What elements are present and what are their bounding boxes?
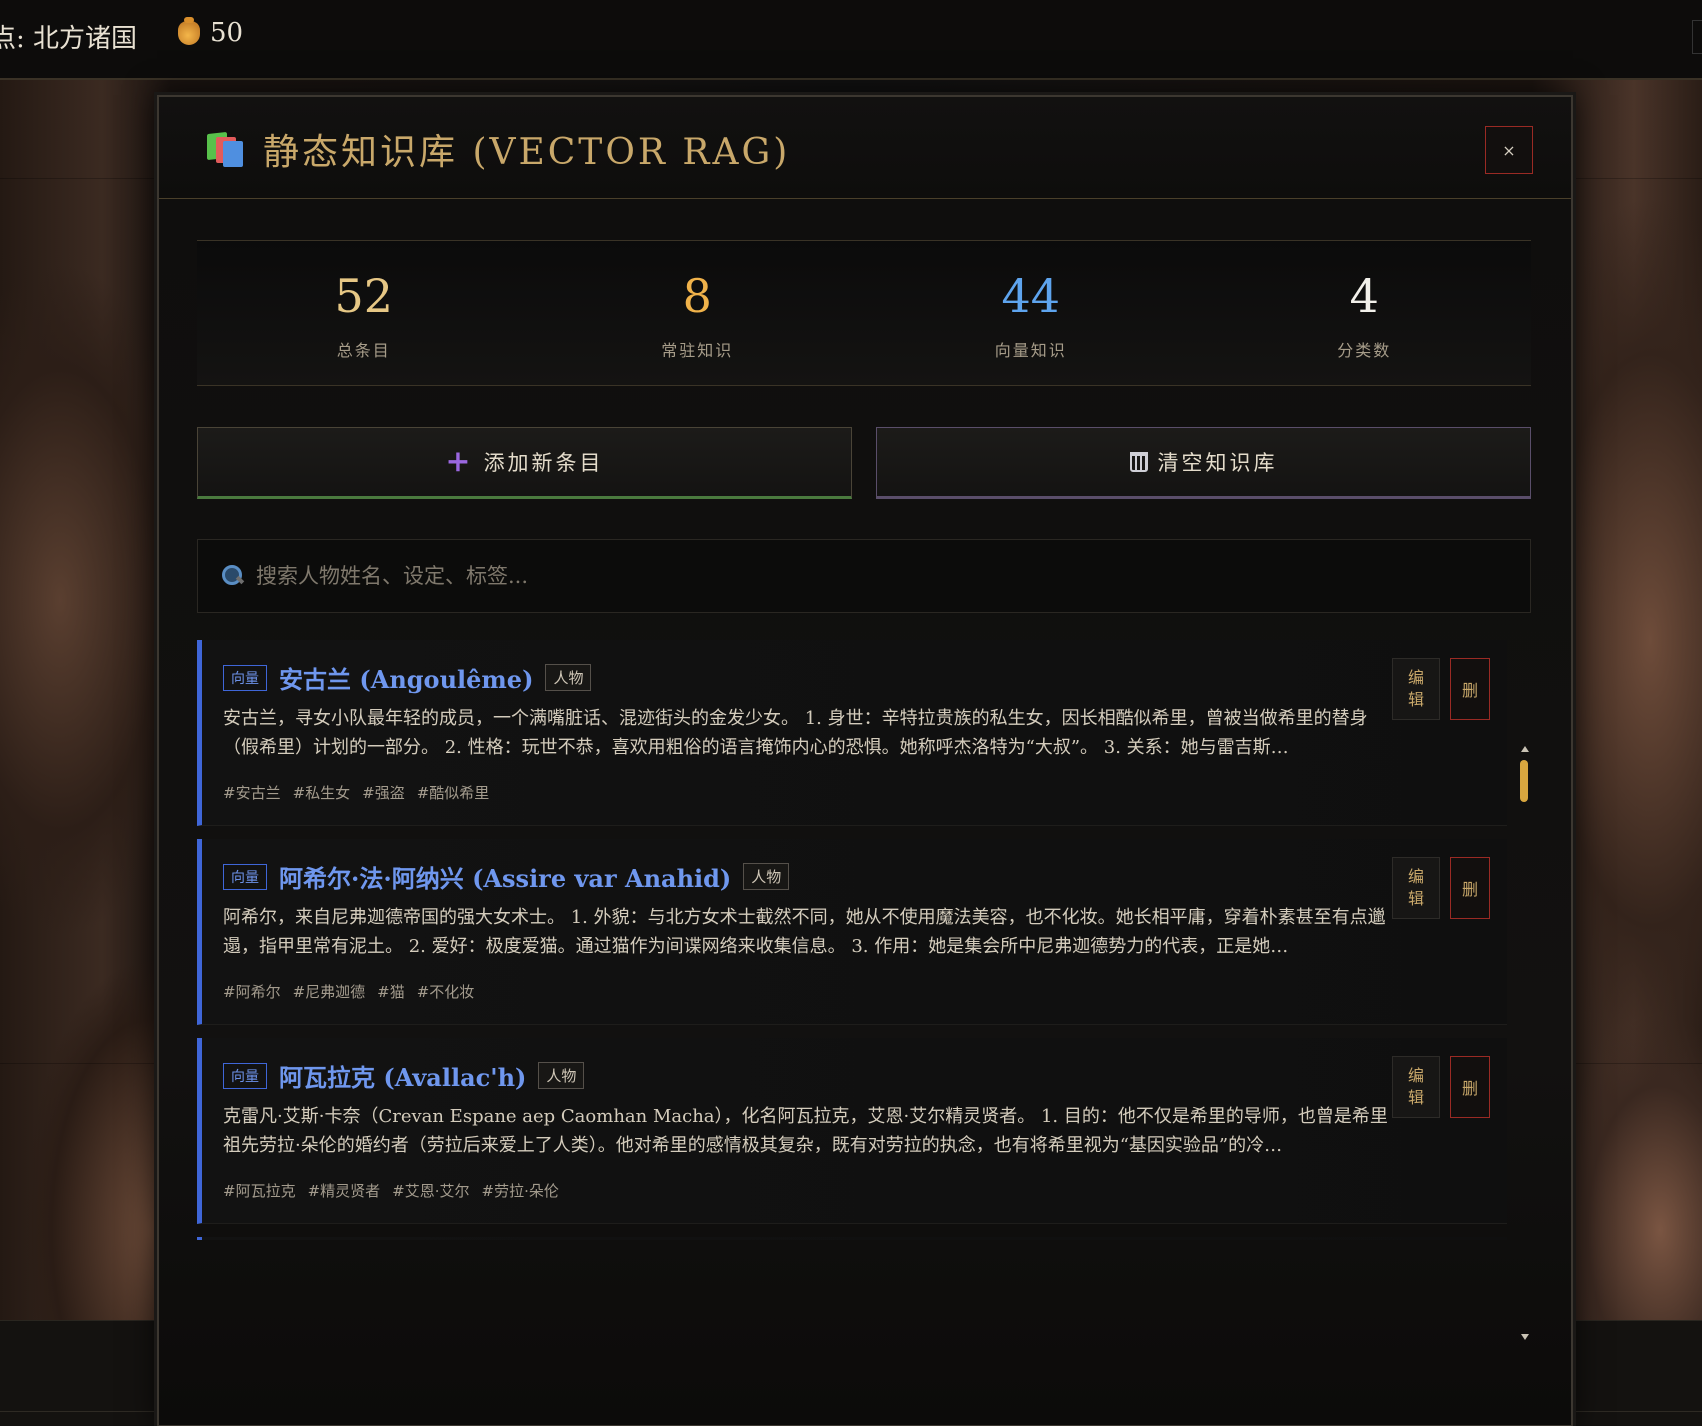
tag[interactable]: #强盗: [362, 782, 405, 803]
modal-body: 52 总条目 8 常驻知识 44 向量知识 4 分类数 + 添加新条目 清空知识…: [159, 200, 1571, 1425]
tag[interactable]: #精灵贤者: [308, 1180, 381, 1201]
scroll-thumb[interactable]: [1520, 760, 1528, 802]
clear-knowledge-base-button[interactable]: 清空知识库: [876, 427, 1531, 499]
stat-label: 常驻知识: [661, 341, 734, 360]
entry-list: 向量 安古兰 (Angoulême) 人物 安古兰，寻女小队最年轻的成员，一个满…: [197, 640, 1507, 1240]
tag[interactable]: #尼弗迦德: [293, 981, 366, 1002]
money-bag-icon: [178, 17, 200, 45]
vector-badge: 向量: [223, 664, 267, 691]
scroll-down-arrow-icon[interactable]: [1521, 1334, 1529, 1340]
add-entry-button[interactable]: + 添加新条目: [197, 427, 852, 499]
trash-icon: [1129, 452, 1148, 472]
search-input[interactable]: [256, 564, 1530, 588]
entry-tags: #阿瓦拉克 #精灵贤者 #艾恩·艾尔 #劳拉·朵伦: [223, 1180, 559, 1201]
edit-button[interactable]: 编辑: [1392, 658, 1440, 720]
knowledge-base-modal: 静态知识库 (VECTOR RAG) × 52 总条目 8 常驻知识 44 向量…: [157, 95, 1573, 1426]
edit-button[interactable]: 编辑: [1392, 1056, 1440, 1118]
books-icon: [207, 131, 243, 167]
modal-title: 静态知识库 (VECTOR RAG): [263, 132, 791, 173]
tag[interactable]: #猫: [377, 981, 405, 1002]
entry-header: 向量 阿希尔·法·阿纳兴 (Assire var Anahid) 人物: [223, 859, 790, 894]
entry-description: 克雷凡·艾斯·卡奈（Crevan Espane aep Caomhan Mach…: [223, 1106, 1388, 1156]
tag[interactable]: #劳拉·朵伦: [482, 1180, 559, 1201]
entry-title: 阿希尔·法·阿纳兴 (Assire var Anahid): [279, 864, 732, 893]
stat-value: 8: [682, 269, 712, 323]
stat-categories: 4 分类数: [1198, 241, 1532, 385]
tag[interactable]: #不化妆: [417, 981, 475, 1002]
entry-tags: #安古兰 #私生女 #强盗 #酷似希里: [223, 782, 489, 803]
gold-amount: 50: [210, 18, 244, 48]
stat-label: 向量知识: [994, 341, 1067, 360]
stat-value: 52: [334, 269, 394, 323]
delete-button[interactable]: 删: [1450, 658, 1490, 720]
app-root: 点: 北方诸国 50 静态知识库 (VECTOR RAG) × 52 总条目 8: [0, 0, 1702, 1426]
entry-tags: #阿希尔 #尼弗迦德 #猫 #不化妆: [223, 981, 474, 1002]
tag[interactable]: #安古兰: [223, 782, 281, 803]
list-item[interactable]: [197, 1237, 1507, 1240]
stats-panel: 52 总条目 8 常驻知识 44 向量知识 4 分类数: [197, 240, 1531, 386]
stat-label: 总条目: [336, 341, 391, 360]
edit-button[interactable]: 编辑: [1392, 857, 1440, 919]
stat-total: 52 总条目: [197, 241, 531, 385]
stat-label: 分类数: [1337, 341, 1392, 360]
action-bar: + 添加新条目 清空知识库: [197, 427, 1531, 499]
entry-description: 安古兰，寻女小队最年轻的成员，一个满嘴脏话、混迹街头的金发少女。 1. 身世：辛…: [223, 708, 1368, 758]
list-item[interactable]: 向量 阿瓦拉克 (Avallac'h) 人物 克雷凡·艾斯·卡奈（Crevan …: [197, 1038, 1507, 1224]
vector-badge: 向量: [223, 1062, 267, 1089]
tag[interactable]: #阿瓦拉克: [223, 1180, 296, 1201]
delete-button[interactable]: 删: [1450, 1056, 1490, 1118]
entry-header: 向量 阿瓦拉克 (Avallac'h) 人物: [223, 1058, 585, 1093]
clear-label: 清空知识库: [1157, 451, 1278, 475]
plus-icon: +: [445, 444, 474, 479]
location-label: 点: 北方诸国: [0, 24, 138, 54]
top-status-bar: 点: 北方诸国 50: [0, 0, 1702, 80]
list-item[interactable]: 向量 阿希尔·法·阿纳兴 (Assire var Anahid) 人物 阿希尔，…: [197, 839, 1507, 1025]
stat-value: 44: [1001, 269, 1061, 323]
entry-header: 向量 安古兰 (Angoulême) 人物: [223, 660, 592, 695]
add-entry-label: 添加新条目: [483, 451, 604, 475]
gold-counter: 50: [178, 17, 244, 48]
scroll-up-arrow-icon[interactable]: [1521, 746, 1529, 752]
stat-vector: 44 向量知识: [864, 241, 1198, 385]
entry-title: 阿瓦拉克 (Avallac'h): [279, 1063, 527, 1092]
stat-resident: 8 常驻知识: [531, 241, 865, 385]
tag[interactable]: #阿希尔: [223, 981, 281, 1002]
search-icon: [222, 565, 244, 587]
tag[interactable]: #私生女: [293, 782, 351, 803]
tag[interactable]: #艾恩·艾尔: [392, 1180, 469, 1201]
list-item[interactable]: 向量 安古兰 (Angoulême) 人物 安古兰，寻女小队最年轻的成员，一个满…: [197, 640, 1507, 826]
category-badge: 人物: [545, 664, 592, 691]
list-scrollbar[interactable]: [1517, 746, 1531, 1346]
close-button[interactable]: ×: [1485, 126, 1533, 174]
entry-description: 阿希尔，来自尼弗迦德帝国的强大女术士。 1. 外貌：与北方女术士截然不同，她从不…: [223, 907, 1386, 957]
tag[interactable]: #酷似希里: [417, 782, 490, 803]
category-badge: 人物: [538, 1062, 585, 1089]
topbar-edge-button[interactable]: [1692, 20, 1702, 54]
entry-title: 安古兰 (Angoulême): [279, 665, 534, 694]
search-bar: [197, 539, 1531, 613]
category-badge: 人物: [743, 863, 790, 890]
stat-value: 4: [1349, 269, 1379, 323]
delete-button[interactable]: 删: [1450, 857, 1490, 919]
modal-header: 静态知识库 (VECTOR RAG) ×: [159, 97, 1571, 199]
vector-badge: 向量: [223, 863, 267, 890]
